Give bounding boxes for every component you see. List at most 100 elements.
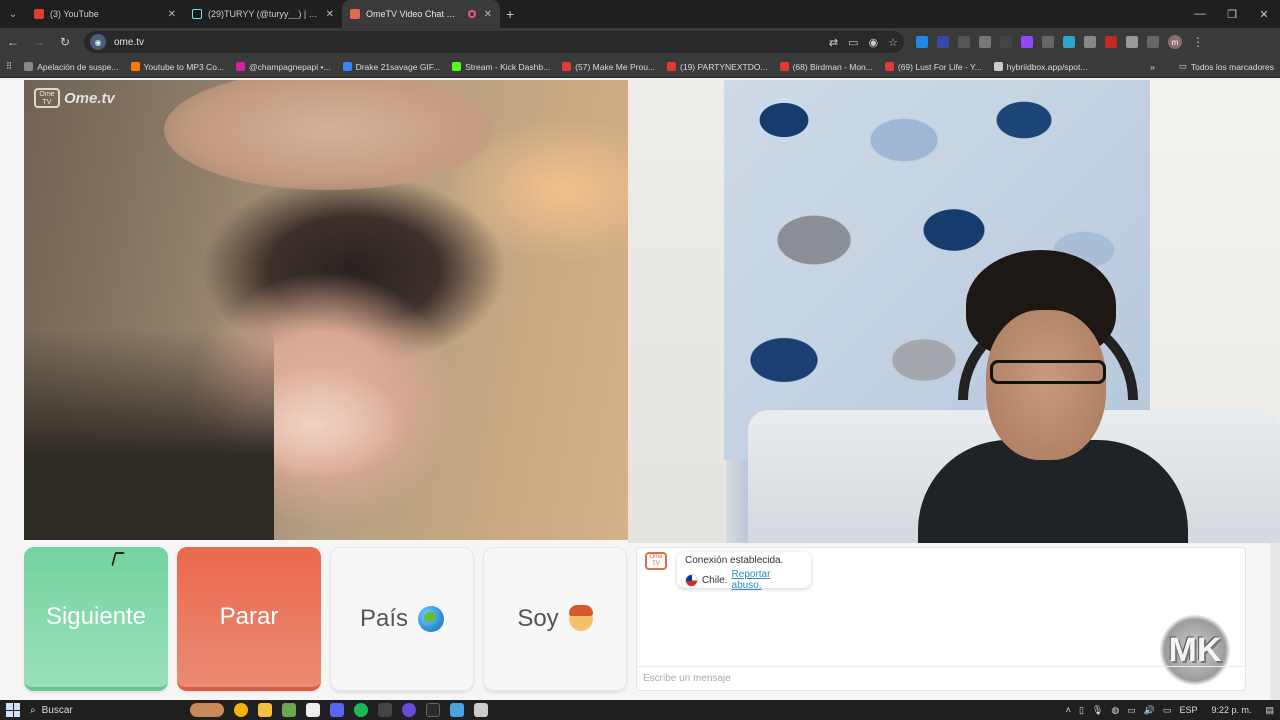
bookmark-label: Stream - Kick Dashb... <box>465 61 551 72</box>
remote-video: Ome TV Ome.tv <box>24 80 628 540</box>
omnibox-actions: ⇄ ▭ ◉ ☆ <box>829 36 898 49</box>
video-shadow <box>24 330 274 540</box>
bookmark-item[interactable]: (19) PARTYNEXTDO... <box>667 62 768 72</box>
tv-icon: Ome TV <box>34 88 60 108</box>
minimize-button[interactable]: — <box>1184 8 1216 21</box>
close-icon[interactable]: ✕ <box>484 9 492 20</box>
translate-icon[interactable]: ⇄ <box>829 36 838 49</box>
youtube-icon <box>34 9 44 19</box>
forward-button[interactable]: → <box>32 35 46 49</box>
bookmark-item[interactable]: (57) Make Me Prou... <box>562 62 655 72</box>
tray-app-icon[interactable]: ▯ <box>1079 705 1084 716</box>
bookmark-item[interactable]: @champagnepapi •... <box>236 62 331 72</box>
restore-button[interactable]: ❐ <box>1216 8 1248 21</box>
bookmark-label: (57) Make Me Prou... <box>575 61 656 72</box>
page-scrollbar[interactable] <box>1270 543 1280 700</box>
windows-start-button[interactable] <box>6 703 20 717</box>
file-explorer-icon[interactable] <box>258 703 272 717</box>
extension-icon[interactable] <box>1105 36 1117 48</box>
discord-icon[interactable] <box>330 703 344 717</box>
store-icon[interactable] <box>282 703 296 717</box>
capture-icon[interactable] <box>474 703 488 717</box>
bookmark-favicon <box>452 62 462 71</box>
url-bar[interactable]: ◉ ome.tv ⇄ ▭ ◉ ☆ <box>84 31 904 53</box>
all-bookmarks-folder[interactable]: » ▭ Todos los marcadores <box>1150 61 1274 72</box>
extension-icon[interactable] <box>1042 36 1054 48</box>
close-icon[interactable]: ✕ <box>326 9 334 20</box>
bookmark-item[interactable]: hybriidbox.app/spot... <box>993 62 1087 72</box>
globe-icon <box>418 606 445 632</box>
eye-icon[interactable]: ◉ <box>869 36 879 49</box>
new-tab-button[interactable]: + <box>506 6 514 22</box>
notifications-icon[interactable]: ▤ <box>1265 705 1274 716</box>
chrome-icon[interactable] <box>234 703 248 717</box>
apps-grid-icon[interactable]: ⠿ <box>6 61 12 72</box>
tab-youtube[interactable]: (3) YouTube ✕ <box>26 0 184 28</box>
tab-tiktok[interactable]: (29)TURYY (@turyy__) | TikTok ✕ <box>184 0 342 28</box>
extension-icon[interactable] <box>916 36 928 48</box>
self-video <box>628 80 1280 543</box>
gender-button-label: Soy <box>517 605 559 632</box>
terminal-icon[interactable] <box>426 703 440 717</box>
bookmark-item[interactable]: Stream - Kick Dashb... <box>452 62 550 72</box>
close-window-button[interactable]: ✕ <box>1248 8 1280 21</box>
language-indicator[interactable]: ESP <box>1179 705 1197 715</box>
close-icon[interactable]: ✕ <box>168 9 176 20</box>
battery-icon[interactable]: ▭ <box>1163 705 1172 716</box>
video-person <box>918 250 1188 543</box>
bookmark-star-icon[interactable]: ☆ <box>888 36 898 49</box>
spotify-icon[interactable] <box>354 703 368 717</box>
stop-button[interactable]: Parar <box>177 547 321 691</box>
network-icon[interactable]: ▭ <box>1127 705 1136 716</box>
bookmark-item[interactable]: (69) Lust For Life - Y... <box>884 62 982 72</box>
bookmark-item[interactable]: Drake 21savage GIF... <box>342 62 440 72</box>
cast-icon[interactable]: ▭ <box>848 36 858 49</box>
extension-icon[interactable] <box>937 36 949 48</box>
taskbar-search[interactable]: ⌕ Buscar <box>30 705 150 716</box>
clock[interactable]: 9:22 p. m. <box>1211 705 1251 715</box>
capcut-icon[interactable] <box>306 703 320 717</box>
person-face <box>986 310 1106 460</box>
location-icon[interactable]: ◍ <box>1111 705 1119 716</box>
tab-search-button[interactable]: ⌄ <box>0 0 26 28</box>
extension-icon[interactable] <box>1126 36 1138 48</box>
menu-kebab-icon[interactable]: ⋮ <box>1191 35 1205 49</box>
ometv-chat-icon: Ome TV <box>645 552 667 570</box>
extension-icon[interactable] <box>1063 36 1075 48</box>
bookmark-item[interactable]: Apelación de suspe... <box>24 61 119 72</box>
extension-icon[interactable] <box>1000 36 1012 48</box>
bookmark-favicon <box>884 62 894 71</box>
next-button[interactable]: Siguiente <box>24 547 168 691</box>
widget-icon[interactable] <box>190 703 224 717</box>
app-icon[interactable] <box>378 703 392 717</box>
bookmark-label: Apelación de suspe... <box>37 61 119 72</box>
extension-icon[interactable] <box>1084 36 1096 48</box>
site-info-icon[interactable]: ◉ <box>90 34 106 50</box>
volume-icon[interactable]: 🔊 <box>1144 705 1155 716</box>
profile-avatar[interactable]: m <box>1168 35 1182 49</box>
chevron-up-icon[interactable]: ˄ <box>1066 705 1071 715</box>
extensions-puzzle-icon[interactable] <box>1147 36 1159 48</box>
windows-taskbar: ⌕ Buscar ˄ ▯ 🎙 ◍ ▭ 🔊 ▭ ESP 9:22 p. m. ▤ <box>0 700 1280 720</box>
extension-icon[interactable] <box>958 36 970 48</box>
bookmark-item[interactable]: (68) Birdman - Mon... <box>779 62 873 72</box>
bookmark-favicon <box>779 62 789 71</box>
app-icon[interactable] <box>450 703 464 717</box>
ometv-logo: Ome TV Ome.tv <box>34 88 115 108</box>
country-filter-button[interactable]: País <box>330 547 474 691</box>
bookmark-favicon <box>667 62 677 71</box>
extension-icon[interactable] <box>979 36 991 48</box>
report-abuse-link[interactable]: Reportar abuso. <box>732 569 803 591</box>
tab-ometv[interactable]: OmeTV Video Chat — Ome ✕ <box>342 0 500 28</box>
reload-button[interactable]: ↻ <box>58 35 72 49</box>
bookmark-item[interactable]: Youtube to MP3 Co... <box>130 62 224 72</box>
microphone-icon[interactable]: 🎙 <box>1092 705 1103 716</box>
obs-icon[interactable] <box>402 703 416 717</box>
chevron-right-icon[interactable]: » <box>1150 62 1155 72</box>
back-button[interactable]: ← <box>6 35 20 49</box>
boy-emoji-icon <box>568 605 593 631</box>
message-input[interactable]: Escribe un mensaje <box>637 666 1245 690</box>
chile-flag-icon <box>685 573 698 587</box>
extension-icon[interactable] <box>1021 36 1033 48</box>
gender-filter-button[interactable]: Soy <box>483 547 627 691</box>
